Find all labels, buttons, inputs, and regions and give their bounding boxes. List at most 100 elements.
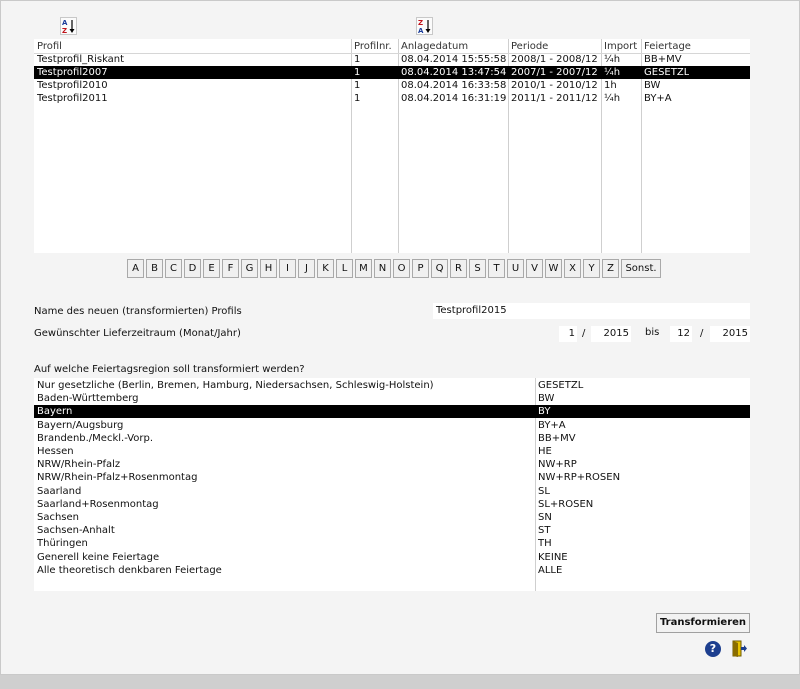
letter-filter-t[interactable]: T — [488, 259, 505, 278]
import-cell: 1h — [604, 80, 617, 91]
bis-label: bis — [645, 327, 660, 338]
region-row[interactable]: Hessen HE — [34, 445, 750, 458]
region-code-cell: TH — [538, 538, 552, 550]
region-row[interactable]: Sachsen-Anhalt ST — [34, 524, 750, 537]
region-code-cell: ALLE — [538, 564, 563, 576]
column-header-import[interactable]: Import — [604, 40, 637, 53]
region-row[interactable]: Bayern BY — [34, 405, 750, 419]
region-code-cell: SN — [538, 512, 552, 523]
table-row[interactable]: Testprofil_Riskant 1 08.04.2014 15:55:58 20… — [34, 53, 750, 66]
region-row[interactable]: Alle theoretisch denkbaren Feiertage ALLE — [34, 564, 750, 577]
letter-filter-n[interactable]: N — [374, 259, 391, 278]
letter-filter-l[interactable]: L — [336, 259, 353, 278]
letter-filter-k[interactable]: K — [317, 259, 334, 278]
letter-filter-d[interactable]: D — [184, 259, 201, 278]
profile-number-cell: 1 — [354, 67, 361, 78]
region-row[interactable]: Baden-Württemberg BW — [34, 392, 750, 405]
profile-number-cell: 1 — [354, 54, 361, 65]
profile-table: Profil Profilnr. Anlagedatum Periode Imp… — [34, 39, 750, 253]
table-row[interactable]: Testprofil2010 1 08.04.2014 16:33:58 2010/1… — [34, 79, 750, 92]
transform-button[interactable]: Transformieren — [656, 613, 750, 633]
profile-name-cell: Testprofil2010 — [37, 80, 108, 91]
region-name-cell: Sachsen — [37, 512, 80, 523]
region-table: Nur gesetzliche (Berlin, Bremen, Hamburg… — [34, 378, 750, 591]
region-question-label: Auf welche Feiertagsregion soll transfor… — [34, 364, 305, 375]
letter-filter-a[interactable]: A — [127, 259, 144, 278]
letter-filter-c[interactable]: C — [165, 259, 182, 278]
column-header-profilnr[interactable]: Profilnr. — [354, 40, 392, 53]
profile-number-cell: 1 — [354, 93, 361, 104]
region-name-cell: Sachsen-Anhalt — [37, 525, 115, 537]
period-cell: 2008/1 - 2008/12 — [511, 54, 598, 65]
table-row[interactable]: Testprofil2007 1 08.04.2014 13:47:54 2007/1… — [34, 66, 750, 79]
creation-date-cell: 08.04.2014 16:33:58 — [401, 80, 507, 91]
letter-filter-r[interactable]: R — [450, 259, 467, 278]
region-code-cell: NW+RP+ROSEN — [538, 472, 621, 484]
sort-az-icon[interactable]: A Z — [60, 17, 77, 35]
letter-filter-w[interactable]: W — [545, 259, 562, 278]
from-month-input[interactable]: 1 — [559, 326, 577, 342]
letter-filter-y[interactable]: Y — [583, 259, 600, 278]
letter-filter-q[interactable]: Q — [431, 259, 448, 278]
region-row[interactable]: NRW/Rhein-Pfalz+Rosenmontag NW+RP+ROSEN — [34, 471, 750, 484]
table-row[interactable]: Testprofil2011 1 08.04.2014 16:31:19 2011/1… — [34, 92, 750, 105]
region-name-cell: Hessen — [37, 446, 74, 457]
new-profile-name-label: Name des neuen (transformierten) Profils — [34, 306, 242, 317]
letter-filter-j[interactable]: J — [298, 259, 315, 278]
region-row[interactable]: Brandenb./Meckl.-Vorp. BB+MV — [34, 432, 750, 445]
region-row[interactable]: Sachsen SN — [34, 511, 750, 524]
letter-filter-h[interactable]: H — [260, 259, 277, 278]
letter-filter-u[interactable]: U — [507, 259, 524, 278]
region-row[interactable]: Thüringen TH — [34, 537, 750, 550]
region-code-cell: BY — [538, 406, 551, 418]
sort-za-icon[interactable]: Z A — [416, 17, 433, 35]
region-row[interactable]: Nur gesetzliche (Berlin, Bremen, Hamburg… — [34, 379, 750, 392]
region-row[interactable]: Generell keine Feiertage KEINE — [34, 551, 750, 564]
svg-text:Z: Z — [62, 27, 67, 34]
profile-name-cell: Testprofil_Riskant — [37, 54, 125, 65]
column-header-periode[interactable]: Periode — [511, 40, 548, 53]
region-name-cell: Baden-Württemberg — [37, 393, 139, 405]
letter-filter-f[interactable]: F — [222, 259, 239, 278]
region-row[interactable]: Saarland SL — [34, 485, 750, 498]
letter-filter-p[interactable]: P — [412, 259, 429, 278]
to-year-input[interactable]: 2015 — [710, 326, 750, 342]
letter-filter-x[interactable]: X — [564, 259, 581, 278]
holidays-cell: GESETZL — [644, 67, 690, 78]
letter-filter-z[interactable]: Z — [602, 259, 619, 278]
region-code-cell: BY+A — [538, 419, 566, 431]
region-name-cell: Saarland — [37, 485, 82, 497]
region-name-cell: Bayern — [37, 406, 73, 418]
new-profile-name-input[interactable]: Testprofil2015 — [433, 303, 750, 319]
svg-text:Z: Z — [418, 19, 423, 27]
import-cell: ¼h — [604, 93, 621, 104]
region-name-cell: Thüringen — [37, 538, 88, 550]
letter-filter-o[interactable]: O — [393, 259, 410, 278]
region-row[interactable]: Bayern/Augsburg BY+A — [34, 419, 750, 432]
letter-filter-s[interactable]: S — [469, 259, 486, 278]
bottom-bar — [0, 675, 800, 689]
column-header-feiertage[interactable]: Feiertage — [644, 40, 691, 53]
region-name-cell: Alle theoretisch denkbaren Feiertage — [37, 564, 222, 576]
letter-filter-sonst[interactable]: Sonst. — [621, 259, 661, 278]
region-name-cell: Bayern/Augsburg — [37, 419, 124, 431]
region-name-cell: NRW/Rhein-Pfalz+Rosenmontag — [37, 472, 198, 484]
exit-icon[interactable] — [731, 640, 748, 658]
region-name-cell: NRW/Rhein-Pfalz — [37, 459, 121, 471]
region-row[interactable]: Saarland+Rosenmontag SL+ROSEN — [34, 498, 750, 511]
letter-filter-m[interactable]: M — [355, 259, 372, 278]
region-code-cell: GESETZL — [538, 380, 584, 391]
letter-filter-v[interactable]: V — [526, 259, 543, 278]
to-month-input[interactable]: 12 — [670, 326, 692, 342]
import-cell: ¼h — [604, 54, 621, 65]
help-icon[interactable]: ? — [705, 641, 721, 657]
column-header-profil[interactable]: Profil — [37, 40, 62, 53]
letter-filter-g[interactable]: G — [241, 259, 258, 278]
region-row[interactable]: NRW/Rhein-Pfalz NW+RP — [34, 458, 750, 471]
letter-filter-e[interactable]: E — [203, 259, 220, 278]
column-header-anlagedatum[interactable]: Anlagedatum — [401, 40, 468, 53]
letter-filter-b[interactable]: B — [146, 259, 163, 278]
letter-filter-i[interactable]: I — [279, 259, 296, 278]
delivery-period-label: Gewünschter Lieferzeitraum (Monat/Jahr) — [34, 328, 241, 339]
from-year-input[interactable]: 2015 — [591, 326, 631, 342]
